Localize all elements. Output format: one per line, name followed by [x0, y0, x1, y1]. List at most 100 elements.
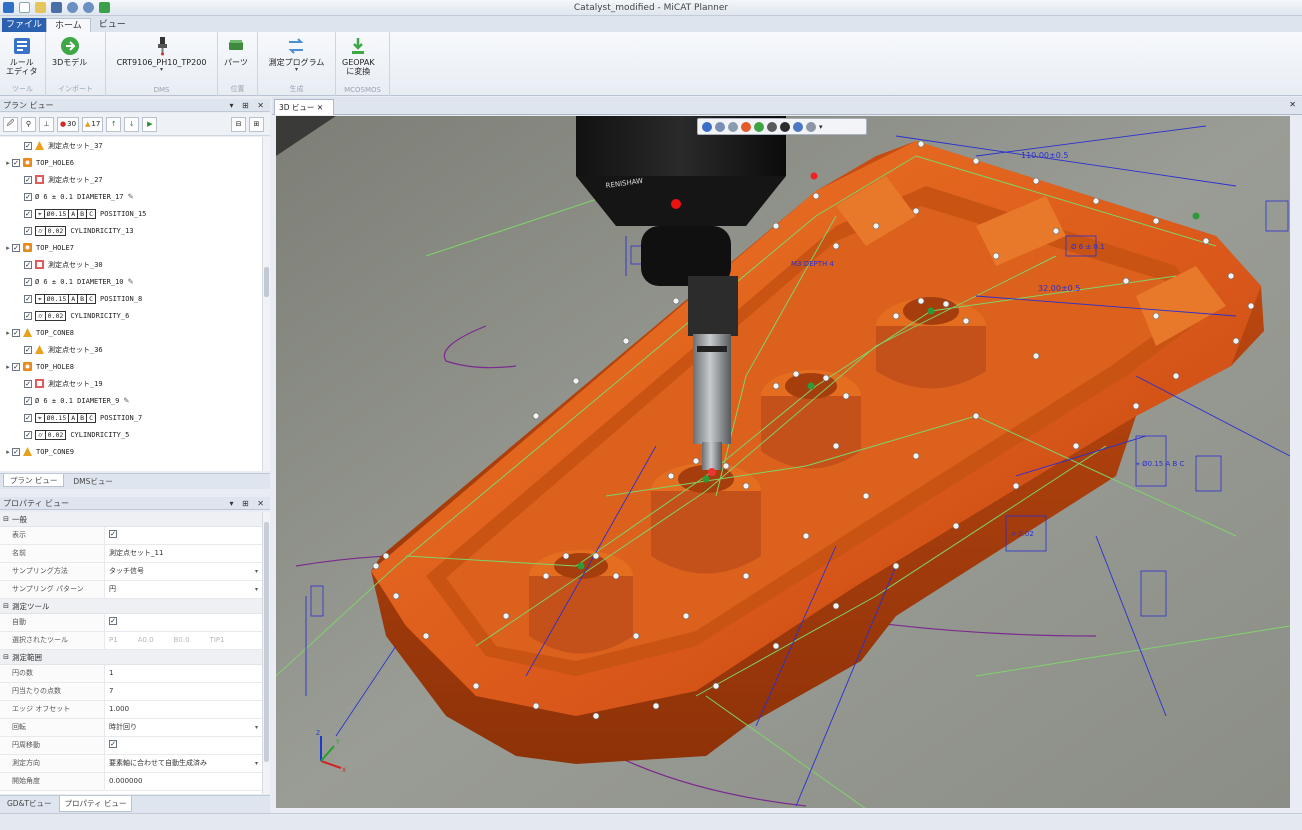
tree-item[interactable]: ▸ ✓ TOP_CONE8 — [0, 324, 262, 341]
scroll-thumb[interactable] — [264, 267, 269, 297]
collapse-icon[interactable]: ⊟ — [0, 602, 12, 610]
tree-expander-icon[interactable]: ▸ — [4, 329, 12, 337]
redo-icon[interactable] — [83, 2, 94, 13]
collapse-icon[interactable]: ⊟ — [0, 653, 12, 661]
tree-item[interactable]: ▸ ✓ TOP_CONE9 — [0, 443, 262, 460]
property-value[interactable]: P1 A0.0 B0.0 TIP1 — [105, 632, 262, 649]
tree-item-checkbox[interactable]: ✓ — [24, 294, 32, 303]
collapse-icon[interactable]: ⊟ — [0, 515, 12, 523]
tree-item[interactable]: ✓ 測定点セット_27 — [0, 171, 262, 188]
tree-item[interactable]: ✓ ⌖ Ø0.15 A B C POSITION_7 — [0, 409, 262, 426]
tab-property-view[interactable]: プロパティ ビュー — [58, 796, 133, 812]
tree-item-checkbox[interactable]: ✓ — [24, 413, 32, 422]
plan-tree-scrollbar[interactable] — [262, 137, 270, 471]
edit-pencil-icon[interactable]: ✎ — [128, 192, 134, 201]
edit-pencil-icon[interactable]: ✎ — [123, 396, 129, 405]
tree-item[interactable]: ▸ ✓ TOP_HOLE7 — [0, 239, 262, 256]
tree-item-checkbox[interactable]: ✓ — [24, 430, 32, 439]
tree-item-checkbox[interactable]: ✓ — [12, 362, 20, 371]
tree-item-checkbox[interactable]: ✓ — [24, 345, 32, 354]
tree-item[interactable]: ✓ ⌭ 0.02 CYLINDRICITY_13 — [0, 222, 262, 239]
tree-item-checkbox[interactable]: ✓ — [24, 379, 32, 388]
error-filter-button[interactable]: ● 30 — [57, 116, 80, 132]
property-scrollbar[interactable] — [262, 512, 270, 794]
open-file-icon[interactable] — [35, 2, 46, 13]
property-value[interactable]: 0.000000 — [105, 773, 262, 790]
tree-item-checkbox[interactable]: ✓ — [12, 158, 20, 167]
view-shading-icon[interactable] — [741, 121, 751, 132]
property-value[interactable]: 測定点セット_11 — [105, 545, 262, 562]
tree-item[interactable]: ✓ 測定点セット_37 — [0, 137, 262, 154]
save-icon[interactable] — [51, 2, 62, 13]
close-icon[interactable]: ✕ — [1289, 100, 1296, 109]
tree-expander-icon[interactable]: ▸ — [4, 159, 12, 167]
tree-expander-icon[interactable]: ▸ — [4, 363, 12, 371]
view-clear-icon[interactable] — [806, 121, 816, 132]
tree-item[interactable]: ▸ ✓ TOP_HOLE6 — [0, 154, 262, 171]
chevron-down-icon[interactable]: ▾ — [255, 719, 258, 736]
tree-item[interactable]: ✓ ⌖ Ø0.15 A B C POSITION_15 — [0, 205, 262, 222]
tree-item-checkbox[interactable]: ✓ — [12, 328, 20, 337]
file-tab[interactable]: ファイル — [2, 18, 46, 32]
tree-item[interactable]: ✓ Ø 6 ± 0.1 DIAMETER_17 ✎ — [0, 188, 262, 205]
property-value[interactable]: 1 — [105, 665, 262, 682]
undo-icon[interactable] — [67, 2, 78, 13]
scroll-thumb[interactable] — [264, 522, 269, 762]
tree-item-checkbox[interactable]: ✓ — [12, 447, 20, 456]
tree-item[interactable]: ✓ 測定点セット_30 — [0, 256, 262, 273]
tab-dms-view[interactable]: DMSビュー — [66, 474, 120, 487]
property-category[interactable]: ⊟ 測定ツール — [0, 599, 262, 614]
panel-controls[interactable]: ▾ ⊞ ✕ — [229, 497, 267, 510]
view-zoom-icon[interactable] — [728, 121, 738, 132]
tree-item[interactable]: ✓ ⌭ 0.02 CYLINDRICITY_5 — [0, 426, 262, 443]
collapse-all-button[interactable]: ⊟ — [231, 116, 246, 132]
new-file-icon[interactable] — [19, 2, 30, 13]
chevron-down-icon[interactable]: ▾ — [255, 755, 258, 772]
property-value[interactable]: 1.000 — [105, 701, 262, 718]
tree-item[interactable]: ✓ Ø 6 ± 0.1 DIAMETER_9 ✎ — [0, 392, 262, 409]
probe-tool-button[interactable]: ⊥ — [39, 116, 54, 132]
move-down-button[interactable]: ↓ — [124, 116, 140, 132]
tree-item[interactable]: ✓ 測定点セット_36 — [0, 341, 262, 358]
tree-item-checkbox[interactable]: ✓ — [12, 243, 20, 252]
view-orientation-icon[interactable] — [702, 121, 712, 132]
tree-item-checkbox[interactable]: ✓ — [24, 175, 32, 184]
tree-item-checkbox[interactable]: ✓ — [24, 226, 32, 235]
property-value[interactable]: ✓ — [105, 737, 262, 754]
tab-plan-view[interactable]: プラン ビュー — [3, 474, 65, 487]
tree-item-checkbox[interactable]: ✓ — [24, 209, 32, 218]
property-checkbox[interactable]: ✓ — [109, 617, 117, 625]
tab-gdt-view[interactable]: GD&Tビュー — [2, 796, 57, 812]
view-section-icon[interactable] — [767, 121, 777, 132]
view-lighting-icon[interactable] — [754, 121, 764, 132]
property-checkbox[interactable]: ✓ — [109, 530, 117, 538]
property-category[interactable]: ⊟ 測定範囲 — [0, 650, 262, 665]
tree-item-checkbox[interactable]: ✓ — [24, 311, 32, 320]
tree-item[interactable]: ✓ Ø 6 ± 0.1 DIAMETER_10 ✎ — [0, 273, 262, 290]
property-value[interactable]: 時計回り ▾ — [105, 719, 262, 736]
tree-item-checkbox[interactable]: ✓ — [24, 277, 32, 286]
tab-3d-view[interactable]: 3D ビュー ✕ — [274, 99, 334, 115]
expand-all-button[interactable]: ⊞ — [249, 116, 264, 132]
close-icon[interactable]: ✕ — [317, 103, 323, 112]
chevron-down-icon[interactable]: ▾ — [255, 581, 258, 598]
tree-item-checkbox[interactable]: ✓ — [24, 260, 32, 269]
property-category[interactable]: ⊟ 一般 — [0, 512, 262, 527]
tree-item[interactable]: ✓ ⌖ Ø0.15 A B C POSITION_8 — [0, 290, 262, 307]
tree-expander-icon[interactable]: ▸ — [4, 448, 12, 456]
chevron-down-icon[interactable]: ▾ — [819, 123, 823, 131]
play-button[interactable]: ▶ — [142, 116, 158, 132]
property-checkbox[interactable]: ✓ — [109, 740, 117, 748]
property-value[interactable]: 7 — [105, 683, 262, 700]
property-value[interactable]: 円 ▾ — [105, 581, 262, 598]
panel-controls[interactable]: ▾ ⊞ ✕ — [229, 99, 267, 112]
tree-item[interactable]: ✓ 測定点セット_19 — [0, 375, 262, 392]
edit-pencil-icon[interactable]: ✎ — [128, 277, 134, 286]
tab-view[interactable]: ビュー — [91, 18, 134, 32]
tab-home[interactable]: ホーム — [46, 18, 91, 32]
view-points-icon[interactable] — [793, 121, 803, 132]
tree-item[interactable]: ✓ ⌭ 0.02 CYLINDRICITY_6 — [0, 307, 262, 324]
3d-viewport[interactable]: 110.00±0.5 32.00±0.5 Ø 6 ± 0.1 M3 DEPTH … — [276, 116, 1290, 808]
view-fit-icon[interactable] — [715, 121, 725, 132]
warning-filter-button[interactable]: ▲ 17 — [82, 116, 104, 132]
